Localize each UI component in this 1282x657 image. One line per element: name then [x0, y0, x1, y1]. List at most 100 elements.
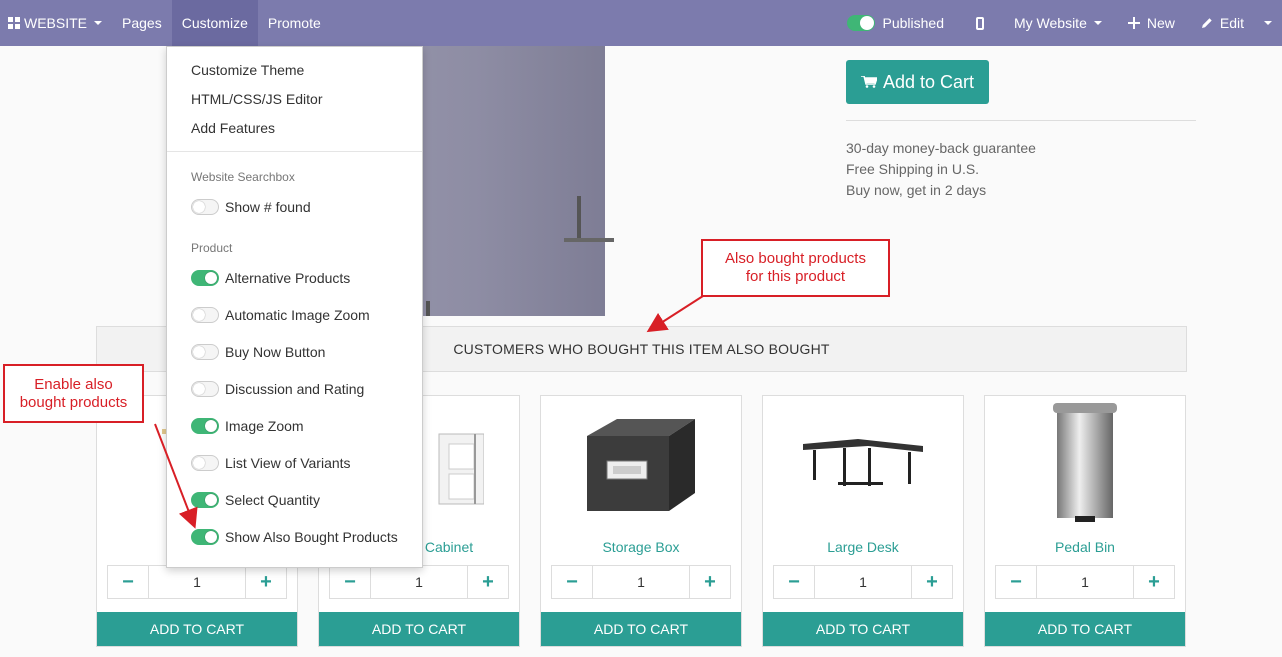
toggle-label: List View of Variants — [225, 455, 351, 471]
toggle-label: Buy Now Button — [225, 344, 326, 360]
chevron-down-icon — [94, 21, 103, 25]
cart-icon — [860, 76, 877, 88]
mobile-icon — [975, 16, 984, 30]
menu-divider — [167, 151, 422, 152]
arrow-to-section — [646, 295, 704, 333]
toggle-switch-icon — [191, 492, 219, 508]
toggle-label: Image Zoom — [225, 418, 304, 434]
buy-now-button-toggle[interactable]: Buy Now Button — [191, 344, 325, 360]
edit-button[interactable]: Edit — [1191, 0, 1264, 46]
customize-menu[interactable]: Customize — [171, 0, 258, 46]
add-to-cart-label: Add to Cart — [882, 71, 975, 92]
toggle-switch-icon — [191, 529, 219, 545]
chevron-down-icon — [1264, 21, 1272, 25]
add-to-cart-button[interactable]: ADD TO CART — [97, 612, 297, 646]
apps-grid-icon — [8, 17, 20, 29]
toggle-label: Select Quantity — [225, 492, 320, 508]
toggle-label: Automatic Image Zoom — [225, 307, 370, 323]
customize-theme-item[interactable]: Customize Theme — [191, 62, 304, 78]
plus-button[interactable]: + — [690, 566, 730, 598]
product-card: Storage Box − 1 + ADD TO CART — [540, 395, 742, 647]
top-navbar: WEBSITE Pages Customize Promote Publishe… — [0, 0, 1282, 46]
toggle-switch-icon — [191, 344, 219, 360]
toggle-switch-icon — [191, 381, 219, 397]
html-editor-item[interactable]: HTML/CSS/JS Editor — [191, 91, 322, 107]
select-quantity-toggle[interactable]: Select Quantity — [191, 492, 320, 508]
info-line: Free Shipping in U.S. — [846, 161, 980, 177]
product-card: Pedal Bin − 1 + ADD TO CART — [984, 395, 1186, 647]
quantity-stepper: − 1 + — [551, 565, 731, 599]
quantity-input[interactable]: 1 — [148, 566, 246, 598]
enable-callout: Enable also bought products — [3, 364, 144, 423]
quantity-input[interactable]: 1 — [592, 566, 690, 598]
more-menu[interactable] — [1264, 0, 1282, 46]
my-website-label: My Website — [1013, 15, 1087, 31]
chevron-down-icon — [1093, 21, 1102, 25]
product-name[interactable]: Storage Box — [541, 539, 741, 555]
published-label: Published — [882, 15, 944, 31]
info-line: 30-day money-back guarantee — [846, 140, 1036, 156]
plus-button[interactable]: + — [912, 566, 952, 598]
published-switch-icon — [847, 15, 876, 31]
stand-leg — [577, 196, 581, 241]
minus-button[interactable]: − — [774, 566, 814, 598]
list-view-variants-toggle[interactable]: List View of Variants — [191, 455, 351, 471]
product-thumbnail — [763, 406, 963, 521]
toggle-switch-icon — [191, 270, 219, 286]
also-bought-callout: Also bought products for this product — [701, 239, 890, 297]
navbar-right: Published My Website New Edit — [837, 0, 1282, 46]
stand-leg — [426, 301, 430, 316]
add-to-cart-button[interactable]: Add to Cart — [846, 60, 989, 104]
new-label: New — [1146, 15, 1175, 31]
website-menu[interactable]: WEBSITE — [0, 0, 112, 46]
toggle-switch-icon — [191, 455, 219, 471]
plus-icon — [1127, 17, 1140, 29]
plus-button[interactable]: + — [246, 566, 286, 598]
add-to-cart-button[interactable]: ADD TO CART — [319, 612, 519, 646]
add-to-cart-button[interactable]: ADD TO CART — [541, 612, 741, 646]
pages-menu[interactable]: Pages — [112, 0, 172, 46]
product-name[interactable]: Large Desk — [763, 539, 963, 555]
my-website-menu[interactable]: My Website — [1004, 0, 1118, 46]
product-thumbnail — [985, 403, 1185, 522]
plus-button[interactable]: + — [468, 566, 508, 598]
storage-box-image — [587, 419, 695, 511]
quantity-input[interactable]: 1 — [1036, 566, 1134, 598]
website-menu-label: WEBSITE — [24, 15, 88, 31]
product-header: Product — [191, 241, 233, 255]
minus-button[interactable]: − — [108, 566, 148, 598]
customize-dropdown: Customize Theme HTML/CSS/JS Editor Add F… — [166, 46, 423, 568]
automatic-image-zoom-toggle[interactable]: Automatic Image Zoom — [191, 307, 370, 323]
toggle-label: Show # found — [225, 199, 311, 215]
large-desk-image — [803, 438, 923, 486]
add-to-cart-button[interactable]: ADD TO CART — [985, 612, 1185, 646]
minus-button[interactable]: − — [330, 566, 370, 598]
quantity-stepper: − 1 + — [107, 565, 287, 599]
discussion-rating-toggle[interactable]: Discussion and Rating — [191, 381, 364, 397]
edit-label: Edit — [1219, 15, 1244, 31]
add-features-item[interactable]: Add Features — [191, 120, 275, 136]
new-button[interactable]: New — [1118, 0, 1191, 46]
mobile-preview-button[interactable] — [956, 0, 1004, 46]
website-searchbox-header: Website Searchbox — [191, 170, 295, 184]
toggle-label: Show Also Bought Products — [225, 529, 398, 545]
stand-leg — [564, 238, 614, 242]
toggle-switch-icon — [191, 418, 219, 434]
show-also-bought-toggle[interactable]: Show Also Bought Products — [191, 529, 398, 545]
add-to-cart-button[interactable]: ADD TO CART — [763, 612, 963, 646]
plus-button[interactable]: + — [1134, 566, 1174, 598]
image-zoom-toggle[interactable]: Image Zoom — [191, 418, 304, 434]
toggle-switch-icon — [191, 307, 219, 323]
minus-button[interactable]: − — [552, 566, 592, 598]
promote-menu[interactable]: Promote — [258, 0, 331, 46]
published-toggle[interactable]: Published — [837, 0, 956, 46]
quantity-stepper: − 1 + — [773, 565, 953, 599]
minus-button[interactable]: − — [996, 566, 1036, 598]
show-found-toggle[interactable]: Show # found — [191, 199, 311, 215]
pedal-bin-image — [1053, 403, 1117, 522]
quantity-input[interactable]: 1 — [370, 566, 468, 598]
toggle-label: Alternative Products — [225, 270, 351, 286]
quantity-input[interactable]: 1 — [814, 566, 912, 598]
product-name[interactable]: Pedal Bin — [985, 539, 1185, 555]
alternative-products-toggle[interactable]: Alternative Products — [191, 270, 350, 286]
